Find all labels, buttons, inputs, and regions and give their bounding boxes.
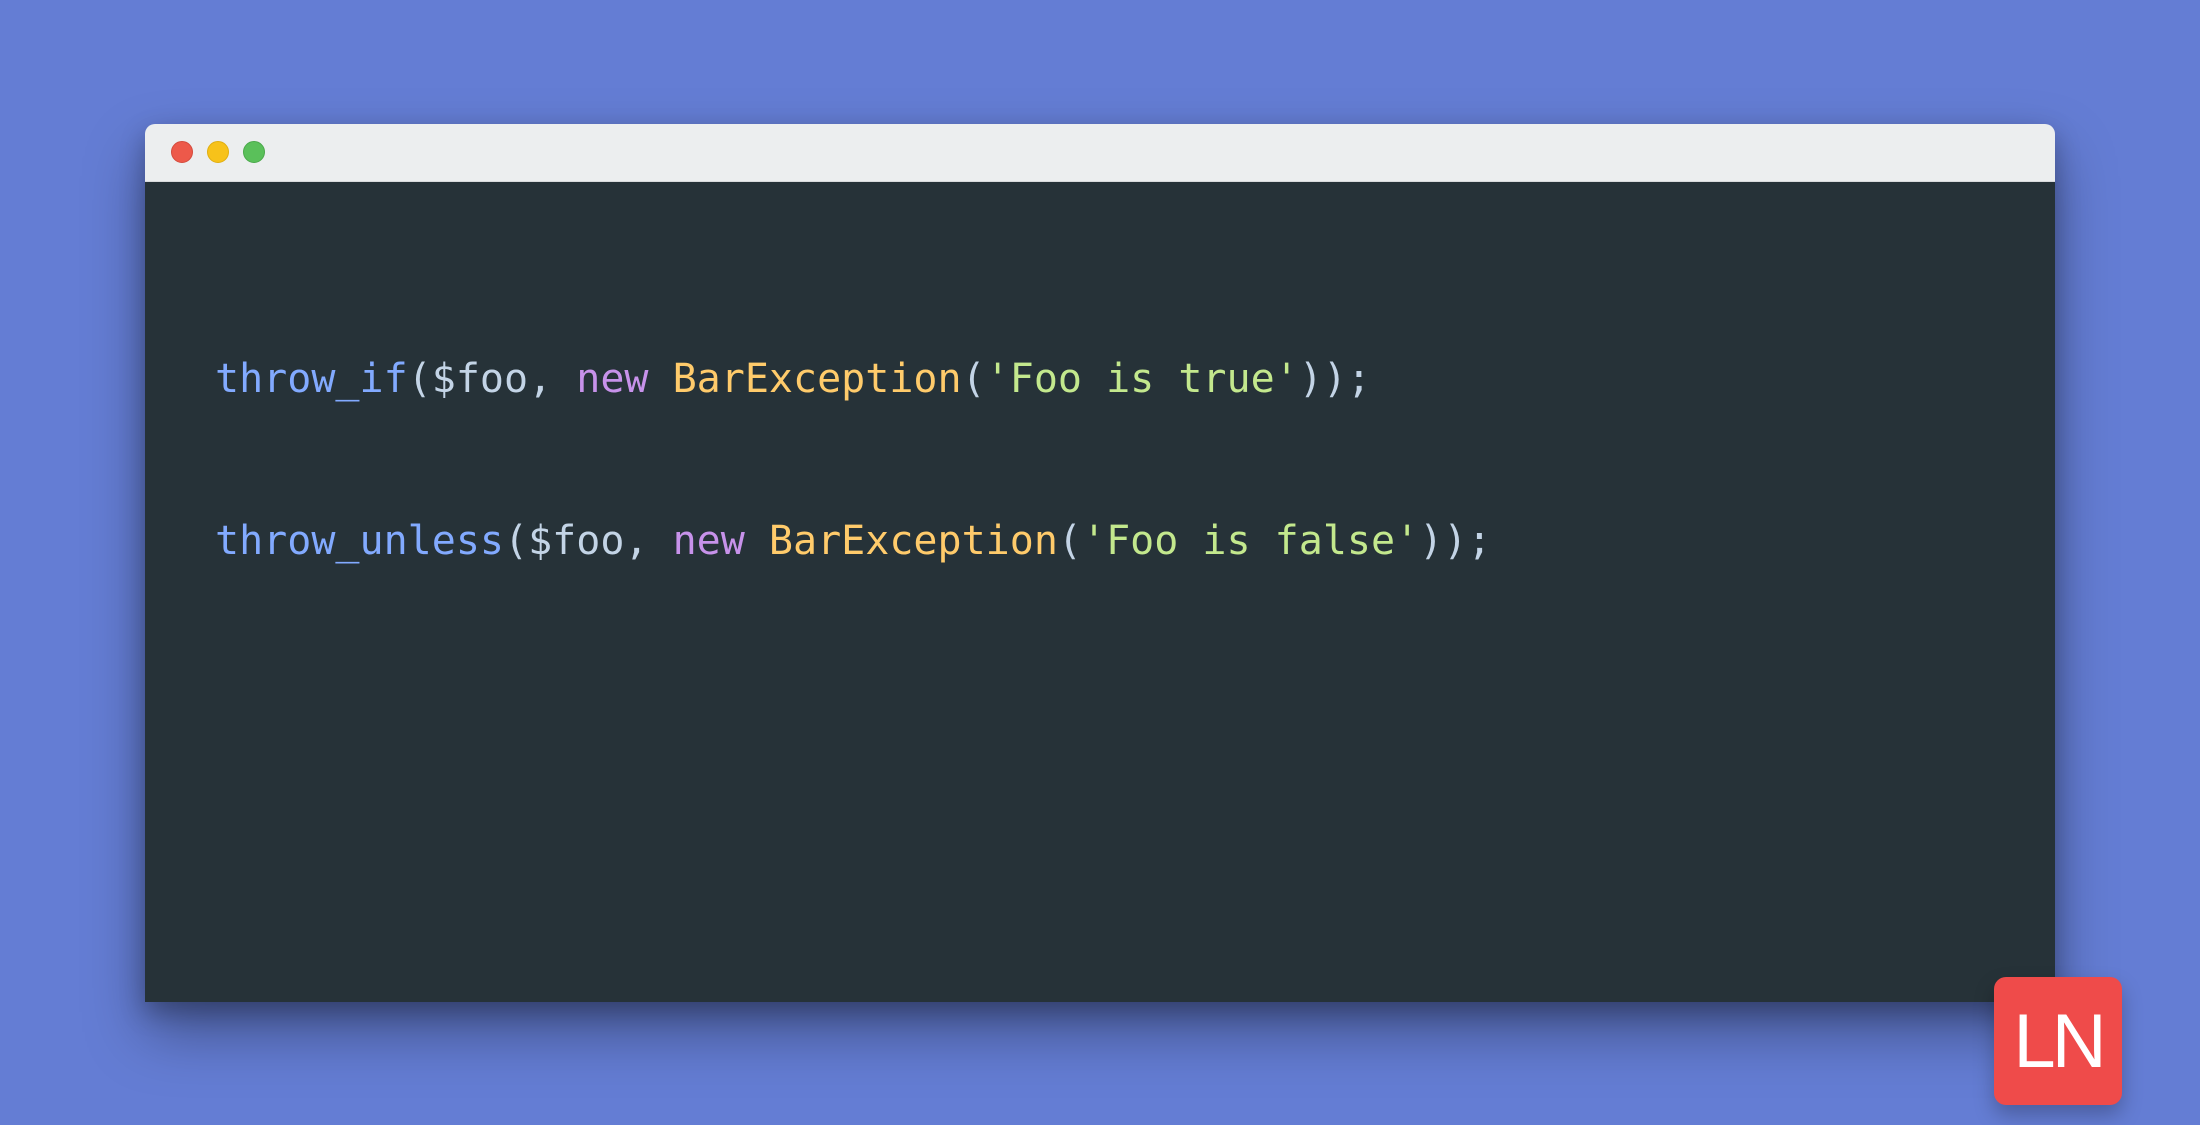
- code-token: 'Foo is false': [1082, 518, 1419, 564]
- code-token: ,: [624, 518, 672, 564]
- code-token: (: [1058, 518, 1082, 564]
- code-token: 'Foo is true': [986, 356, 1299, 402]
- code-token: new: [576, 356, 648, 402]
- close-icon[interactable]: [171, 141, 193, 163]
- site-badge-text: LN: [2013, 998, 2102, 1085]
- code-token: throw_unless: [215, 518, 504, 564]
- code-token: $foo: [432, 356, 528, 402]
- code-token: BarException: [769, 518, 1058, 564]
- code-token: (: [504, 518, 528, 564]
- code-token: BarException: [673, 356, 962, 402]
- maximize-icon[interactable]: [243, 141, 265, 163]
- code-window: throw_if($foo, new BarException('Foo is …: [145, 124, 2055, 1002]
- code-token: [745, 518, 769, 564]
- code-content: throw_if($foo, new BarException('Foo is …: [215, 352, 1985, 568]
- code-token: $foo: [528, 518, 624, 564]
- code-token: (: [408, 356, 432, 402]
- minimize-icon[interactable]: [207, 141, 229, 163]
- code-token: new: [673, 518, 745, 564]
- code-token: ,: [528, 356, 576, 402]
- code-token: throw_if: [215, 356, 408, 402]
- window-titlebar: [145, 124, 2055, 182]
- code-token: ));: [1419, 518, 1491, 564]
- code-editor: throw_if($foo, new BarException('Foo is …: [145, 182, 2055, 1002]
- code-token: ));: [1299, 356, 1371, 402]
- code-token: (: [962, 356, 986, 402]
- code-token: [649, 356, 673, 402]
- site-badge: LN: [1994, 977, 2122, 1105]
